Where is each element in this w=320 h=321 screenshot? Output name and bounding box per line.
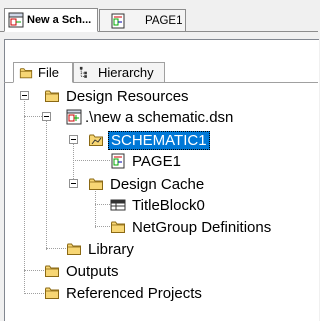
hierarchy-icon [79, 66, 87, 78]
schematic-project-icon [8, 12, 24, 28]
tree-item-referenced-projects[interactable]: Referenced Projects [44, 283, 202, 303]
folder-icon [44, 285, 60, 301]
toolbar-strip [0, 32, 318, 39]
tree-label: .\new a schematic.dsn [85, 108, 234, 126]
tree-label-selected: SCHEMATIC1 [108, 130, 210, 150]
tab-page1[interactable]: PAGE1 [99, 9, 186, 31]
tree-item-outputs[interactable]: Outputs [44, 261, 119, 281]
tree-item-titleblock0[interactable]: TitleBlock0 [110, 195, 205, 215]
folder-icon [88, 176, 104, 192]
tree-label: PAGE1 [132, 152, 181, 170]
schematic-page-icon [111, 13, 125, 28]
tree-item-library[interactable]: Library [66, 239, 134, 259]
tree-line [95, 188, 96, 228]
tree-item-netgroup-definitions[interactable]: NetGroup Definitions [110, 217, 271, 237]
tree-line [24, 98, 25, 294]
design-file-icon [66, 109, 82, 125]
tree-line [24, 116, 44, 117]
folder-icon [44, 263, 60, 279]
tab-label: New a Sch... [27, 14, 92, 26]
collapse-toggle[interactable] [69, 179, 78, 188]
tab-file-label: File [38, 65, 59, 80]
tree-line [73, 141, 74, 183]
tree-label: Library [88, 240, 134, 258]
tree-line [95, 204, 110, 205]
tree-label: Design Resources [66, 87, 189, 105]
tree-label: Referenced Projects [66, 284, 202, 302]
folder-icon [66, 241, 82, 257]
tree-line [46, 248, 66, 249]
collapse-toggle[interactable] [20, 91, 29, 100]
tree-line [24, 293, 44, 294]
folder-icon [44, 88, 60, 104]
title-block-icon [110, 199, 126, 211]
tree-label: Design Cache [110, 175, 205, 193]
tree-item-dsn-file[interactable]: .\new a schematic.dsn [66, 107, 233, 127]
tab-file[interactable]: File [13, 62, 73, 83]
tree-item-schematic1[interactable]: SCHEMATIC1 [88, 130, 210, 150]
tab-label: PAGE1 [145, 14, 183, 27]
tree-label: Outputs [66, 262, 119, 280]
collapse-toggle[interactable] [69, 135, 78, 144]
tree-line [46, 120, 47, 250]
schematic-page-icon [111, 153, 125, 169]
tree-item-design-resources[interactable]: Design Resources [44, 86, 189, 106]
collapse-toggle[interactable] [42, 112, 51, 121]
project-tree: Design Resources .\new a schematic.dsn S… [0, 84, 318, 320]
tree-label: TitleBlock0 [132, 196, 205, 214]
tree-item-page1[interactable]: PAGE1 [110, 151, 181, 171]
tree-item-design-cache[interactable]: Design Cache [88, 174, 204, 194]
open-folder-icon [89, 134, 103, 146]
folder-icon [18, 66, 34, 80]
document-tab-bar: New a Sch... PAGE1 [0, 0, 318, 32]
folder-icon [110, 219, 126, 235]
tree-label: NetGroup Definitions [132, 218, 272, 236]
tab-hierarchy-label: Hierarchy [98, 65, 154, 80]
tab-new-a-schematic[interactable]: New a Sch... [4, 8, 98, 32]
tab-hierarchy[interactable]: Hierarchy [73, 62, 165, 82]
tree-line [24, 270, 44, 271]
tree-line [95, 226, 110, 227]
tree-line [73, 160, 110, 161]
